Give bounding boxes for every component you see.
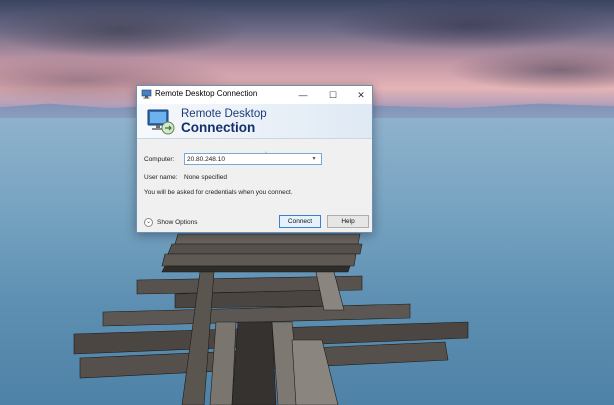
- connect-button[interactable]: Connect: [279, 215, 321, 228]
- title-bar[interactable]: Remote Desktop Connection — ☐ ✕: [137, 86, 372, 104]
- help-button[interactable]: Help: [327, 215, 369, 228]
- computer-input[interactable]: [187, 154, 305, 164]
- expand-chevron-icon[interactable]: ⌄: [144, 217, 153, 227]
- close-button[interactable]: ✕: [351, 86, 371, 104]
- maximize-button[interactable]: ☐: [323, 86, 343, 104]
- username-label: User name:: [144, 174, 178, 181]
- remote-desktop-monitor-icon: [147, 109, 175, 135]
- minimize-button[interactable]: —: [293, 86, 313, 104]
- remote-desktop-dialog: Remote Desktop Connection — ☐ ✕ Remote D…: [136, 85, 373, 233]
- computer-combobox[interactable]: ▾: [184, 153, 322, 165]
- banner-title-line1: Remote Desktop: [181, 108, 267, 120]
- show-options-label: Show Options: [157, 218, 198, 226]
- credentials-note: You will be asked for credentials when y…: [144, 189, 293, 196]
- banner-title-line2: Connection: [181, 120, 256, 135]
- computer-label: Computer:: [144, 156, 175, 163]
- cursor-caret-icon: ˇ: [265, 152, 267, 158]
- show-options-button[interactable]: ⌄ Show Options: [144, 216, 197, 228]
- username-value: None specified: [184, 174, 227, 181]
- window-title: Remote Desktop Connection: [155, 89, 258, 98]
- remote-desktop-app-icon: [141, 89, 152, 99]
- banner: Remote Desktop Connection: [137, 104, 372, 139]
- chevron-down-icon[interactable]: ▾: [309, 154, 319, 164]
